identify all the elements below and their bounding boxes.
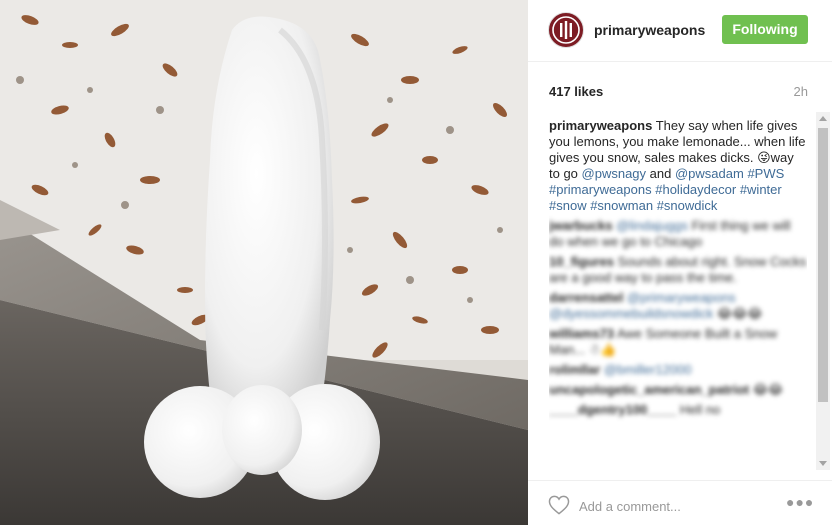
comment-item: darrensattel @primaryweapons @dyessommeb… (549, 290, 807, 322)
caption-author[interactable]: primaryweapons (549, 118, 652, 133)
caption-tag[interactable]: #snowman (590, 198, 653, 213)
following-button[interactable]: Following (722, 15, 808, 44)
likes-count[interactable]: 417 likes (549, 84, 603, 99)
comments-scrollbar[interactable] (816, 112, 830, 470)
post-photo[interactable] (0, 0, 528, 525)
add-comment-input[interactable] (579, 497, 779, 515)
post-time[interactable]: 2h (794, 84, 808, 99)
comment-text: 😂😂 (749, 382, 784, 397)
scroll-up-arrow-icon[interactable] (819, 116, 827, 121)
caption-tag[interactable]: @pwsadam (675, 166, 744, 181)
comment-item: ____dgentry100____ Hell no (549, 402, 807, 418)
post-header: primaryweapons Following (528, 0, 832, 62)
caption-tag[interactable]: #winter (740, 182, 782, 197)
comment-item: rolimllar @bmiller12000 (549, 362, 807, 378)
wink-emoji-icon: 😜 (757, 150, 771, 165)
caption-and: and (646, 166, 675, 181)
post-username[interactable]: primaryweapons (594, 22, 705, 38)
caption-tag[interactable]: #snow (549, 198, 587, 213)
comment-text: 😂😂😂 (713, 306, 763, 321)
comment-author[interactable]: rolimllar (549, 362, 600, 377)
caption-tag[interactable]: #holidaydecor (655, 182, 736, 197)
comment-author[interactable]: darrensattel (549, 290, 623, 305)
scrollbar-thumb[interactable] (818, 128, 828, 402)
primary-weapons-logo-icon[interactable] (548, 12, 584, 48)
comment-item: jwarbucks @lindajuggs First thing we wil… (549, 218, 807, 250)
comment-item: 10_figures Sounds about right. Snow Cock… (549, 254, 807, 286)
caption-tag[interactable]: @pwsnagy (582, 166, 647, 181)
snowman-photo-image (0, 0, 528, 525)
comment-item: uncapologetic_american_patriot 😂😂 (549, 382, 807, 398)
comment-author[interactable]: jwarbucks (549, 218, 613, 233)
comments-list: primaryweapons They say when life gives … (549, 118, 807, 470)
post-details-panel: primaryweapons Following 417 likes 2h pr… (528, 0, 832, 525)
comment-author[interactable]: uncapologetic_american_patriot (549, 382, 749, 397)
comment-mention[interactable]: @lindajuggs (616, 218, 688, 233)
comment-author[interactable]: williams73 (549, 326, 614, 341)
caption-tag[interactable]: #primaryweapons (549, 182, 652, 197)
caption-tag[interactable]: #PWS (747, 166, 784, 181)
scroll-down-arrow-icon[interactable] (819, 461, 827, 466)
post-footer: ●●● (528, 480, 832, 525)
comment-author[interactable]: ____dgentry100____ (549, 402, 676, 417)
comment-mention[interactable]: @bmiller12000 (604, 362, 692, 377)
more-options-icon[interactable]: ●●● (786, 494, 814, 510)
comment-author[interactable]: 10_figures (549, 254, 614, 269)
comment-text: Hell no (676, 402, 721, 417)
caption-tag[interactable]: #snowdick (657, 198, 718, 213)
heart-outline-icon[interactable] (548, 495, 570, 515)
comment-item: williams73 Awe Someone Built a Snow Man.… (549, 326, 807, 358)
post-caption: primaryweapons They say when life gives … (549, 118, 807, 214)
